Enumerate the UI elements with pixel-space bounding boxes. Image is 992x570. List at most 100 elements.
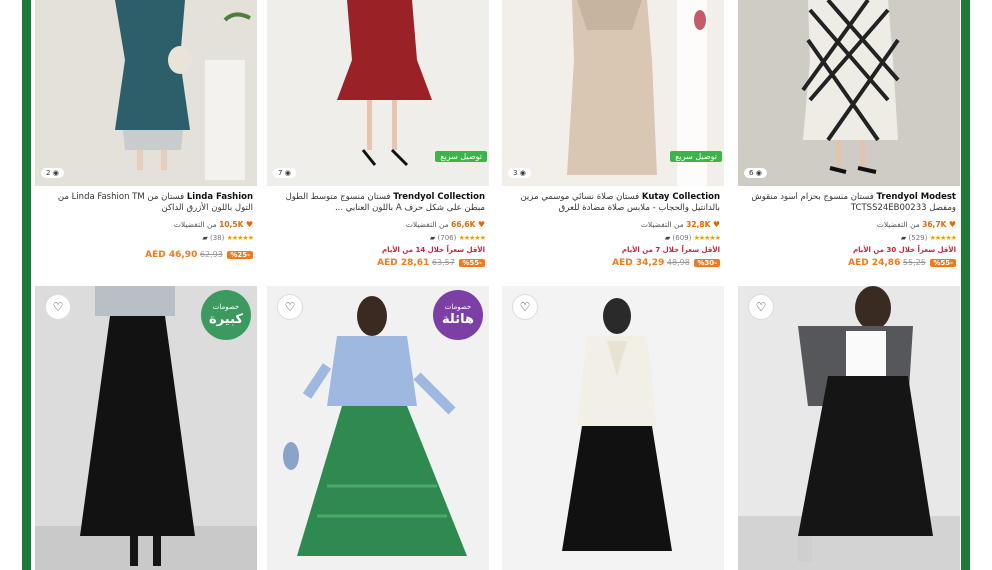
camera-icon: ▰ [664,234,671,242]
lowest-price-note: الأقل سعراً خلال 14 من الأيام [381,246,485,254]
favorite-button[interactable]: ♡ [277,294,303,320]
favorites-count: 10,5K [219,220,244,229]
fast-delivery-badge: توصيل سريع [435,151,487,162]
discount-badge: -%30 [694,259,720,267]
product-card[interactable]: ♡ [502,286,724,570]
product-title[interactable]: Trendyol Modest فستان منسوج بحزام أسود م… [742,192,956,214]
current-price: AED 34,29 [612,258,665,268]
favorites-line: ♥ 10,5K من التفضيلات [39,220,253,230]
favorites-line: ♥ 66,6K من التفضيلات [271,220,485,230]
product-brand: Trendyol Collection [393,192,485,202]
image-count-badge: 3 ◉ [508,168,531,178]
favorites-line: ♥ 32,8K من التفضيلات [506,220,720,230]
favorites-count: 36,7K [922,220,947,229]
camera-icon: ▰ [429,234,436,242]
price-line: -%25 AED 46,90 62,93 [39,250,253,262]
product-image[interactable]: 6 ◉ [738,0,960,186]
skirt-photo [738,286,960,570]
product-info: Trendyol Collection فستان منسوج متوسط ال… [267,186,489,270]
green-frame-right [961,0,970,570]
star-rating: ★★★★★ [226,234,254,242]
product-card[interactable]: ♡ خصومات كبيرة [35,286,257,570]
review-count: (706) [437,234,457,242]
star-rating: ★★★★★ [693,234,721,242]
rating-line: ★★★★★ (38) ▰ [39,234,254,244]
camera-icon: ▰ [202,234,208,242]
product-image[interactable]: ♡ [738,286,960,570]
discount-badge: -%55 [930,259,956,267]
price-line: -%55 AED 24,86 55,25 [742,258,956,270]
product-brand: Linda Fashion [186,192,253,202]
old-price: 55,25 [902,258,926,267]
dress-photo [35,0,257,186]
rating-line: ★★★★★ (706) ▰ [271,234,486,244]
review-count: (38) [209,234,225,242]
old-price: 62,93 [199,250,223,259]
product-title[interactable]: Linda Fashion فستان من Linda Fashion TM … [39,192,253,214]
product-image[interactable]: ♡ خصومات هائلة [267,286,489,570]
rating-line: ★★★★★ (609) ▰ [506,234,721,244]
product-brand: Trendyol Modest [876,192,956,202]
product-card[interactable]: توصيل سريع 7 ◉ Trendyol Collection فستان… [267,0,489,282]
favorites-count: 66,6K [451,220,476,229]
product-image[interactable]: توصيل سريع 3 ◉ [502,0,724,186]
image-count-badge: 2 ◉ [41,168,64,178]
big-discounts-badge: خصومات كبيرة [201,290,251,340]
heart-icon: ♥ [712,220,720,229]
price-line: -%55 AED 28,61 63,57 [271,258,485,270]
product-info: Kutay Collection فستان صلاة نسائي موسمي … [502,186,724,270]
review-count: (609) [672,234,692,242]
star-rating: ★★★★★ [458,234,486,242]
current-price: AED 46,90 [145,250,198,260]
lowest-price-note: الأقل سعراً خلال 30 من الأيام [852,246,956,254]
product-grid: 2 ◉ Linda Fashion فستان من Linda Fashion… [34,0,960,570]
lowest-price-note: الأقل سعراً خلال 7 من الأيام [621,246,720,254]
huge-discounts-badge: خصومات هائلة [433,290,483,340]
heart-icon: ♥ [477,220,485,229]
star-rating: ★★★★★ [929,234,957,242]
product-title[interactable]: Trendyol Collection فستان منسوج متوسط ال… [271,192,485,214]
favorite-button[interactable]: ♡ [512,294,538,320]
image-count-badge: 6 ◉ [744,168,767,178]
discount-badge: -%55 [459,259,485,267]
favorite-button[interactable]: ♡ [45,294,71,320]
product-image[interactable]: ♡ خصومات كبيرة [35,286,257,570]
product-card[interactable]: 2 ◉ Linda Fashion فستان من Linda Fashion… [35,0,257,282]
price-line: -%30 AED 34,29 48,98 [506,258,720,270]
heart-icon: ♥ [948,220,956,229]
green-frame-left [22,0,31,570]
favorites-text: من التفضيلات [405,220,449,229]
product-brand: Kutay Collection [641,192,720,202]
product-image[interactable]: توصيل سريع 7 ◉ [267,0,489,186]
old-price: 48,98 [666,258,690,267]
review-count: (529) [908,234,928,242]
favorite-button[interactable]: ♡ [748,294,774,320]
product-image[interactable]: ♡ [502,286,724,570]
product-image[interactable]: 2 ◉ [35,0,257,186]
rating-line: ★★★★★ (529) ▰ [742,234,957,244]
product-card[interactable]: ♡ [738,286,960,570]
current-price: AED 28,61 [377,258,430,268]
heart-icon: ♥ [245,220,253,229]
old-price: 63,57 [431,258,455,267]
favorites-count: 32,8K [686,220,711,229]
camera-icon: ▰ [900,234,907,242]
product-title[interactable]: Kutay Collection فستان صلاة نسائي موسمي … [506,192,720,214]
favorites-text: من التفضيلات [640,220,684,229]
product-card[interactable]: ♡ خصومات هائلة [267,286,489,570]
promo-small-text: خصومات [212,303,240,311]
fast-delivery-badge: توصيل سريع [670,151,722,162]
product-card[interactable]: 6 ◉ Trendyol Modest فستان منسوج بحزام أس… [738,0,960,282]
product-info: Trendyol Modest فستان منسوج بحزام أسود م… [738,186,960,270]
promo-big-text: هائلة [442,312,474,327]
product-info: Linda Fashion فستان من Linda Fashion TM … [35,186,257,262]
promo-small-text: خصومات [444,303,472,311]
favorites-text: من التفضيلات [876,220,920,229]
favorites-text: من التفضيلات [173,220,217,229]
image-count-badge: 7 ◉ [273,168,296,178]
skirt-photo [502,286,724,570]
dress-photo [738,0,960,186]
current-price: AED 24,86 [848,258,901,268]
discount-badge: -%25 [227,251,253,259]
product-card[interactable]: توصيل سريع 3 ◉ Kutay Collection فستان صل… [502,0,724,282]
